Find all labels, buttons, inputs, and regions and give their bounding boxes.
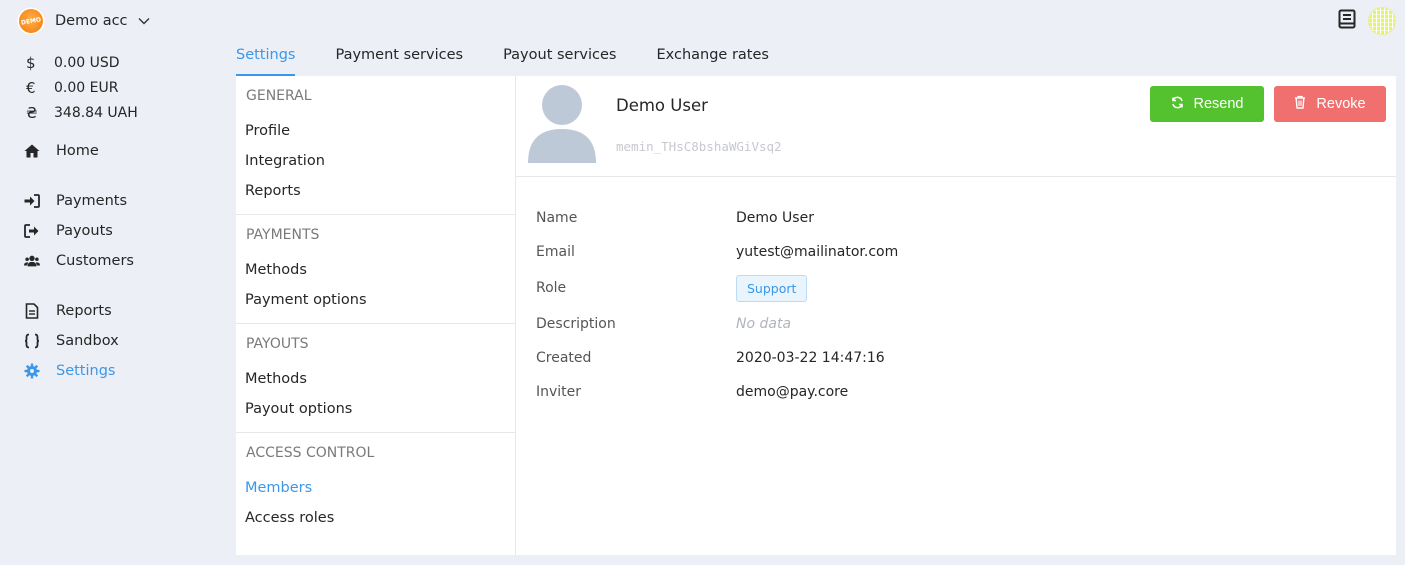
hryvnia-icon: ₴: [26, 103, 38, 122]
submenu-group-payments: PAYMENTS Methods Payment options: [236, 215, 515, 324]
balance-uah: ₴ 348.84 UAH: [24, 100, 138, 125]
balances-list: $ 0.00 USD € 0.00 EUR ₴ 348.84 UAH: [24, 50, 138, 125]
submenu-item-members[interactable]: Members: [236, 473, 515, 503]
sidebar-item-sandbox[interactable]: Sandbox: [24, 329, 119, 353]
home-icon: [24, 143, 40, 159]
sidebar-item-reports[interactable]: Reports: [24, 299, 112, 323]
submenu-item-payment-methods[interactable]: Methods: [236, 255, 515, 285]
sidebar-item-customers[interactable]: Customers: [24, 249, 134, 273]
info-row-created: Created 2020-03-22 14:47:16: [536, 341, 1396, 375]
info-row-role: Role Support: [536, 269, 1396, 307]
info-row-name: Name Demo User: [536, 201, 1396, 235]
resend-label: Resend: [1193, 96, 1244, 112]
sidebar-item-label: Customers: [56, 253, 134, 269]
info-value: demo@pay.core: [736, 384, 849, 400]
member-header: Demo User memin_THsC8bshaWGiVsq2 Resend …: [516, 76, 1396, 177]
info-row-description: Description No data: [536, 307, 1396, 341]
submenu-heading: PAYOUTS: [246, 336, 309, 352]
balance-usd: $ 0.00 USD: [24, 50, 138, 75]
sidebar-item-payments[interactable]: Payments: [24, 189, 127, 213]
revoke-button[interactable]: Revoke: [1274, 86, 1386, 122]
submenu-heading: ACCESS CONTROL: [246, 445, 375, 461]
user-avatar-menu[interactable]: [1368, 7, 1396, 35]
tab-payout-services[interactable]: Payout services: [503, 40, 616, 76]
submenu-item-integration[interactable]: Integration: [236, 146, 515, 176]
submenu-item-payout-options[interactable]: Payout options: [236, 394, 515, 424]
settings-panel: GENERAL Profile Integration Reports PAYM…: [236, 76, 1396, 555]
tab-settings[interactable]: Settings: [236, 40, 296, 76]
sidebar-item-settings[interactable]: Settings: [24, 359, 115, 383]
submenu-group-payouts: PAYOUTS Methods Payout options: [236, 324, 515, 433]
sidebar-item-label: Reports: [56, 303, 112, 319]
user-avatar-icon: [528, 85, 596, 163]
info-value: 2020-03-22 14:47:16: [736, 350, 885, 366]
balance-value: 348.84 UAH: [54, 104, 138, 121]
member-name: Demo User: [616, 96, 708, 115]
info-label: Role: [536, 280, 567, 296]
info-label: Description: [536, 316, 616, 332]
balance-value: 0.00 EUR: [54, 79, 119, 96]
chevron-down-icon: [138, 17, 150, 25]
users-icon: [24, 253, 40, 269]
settings-tabs: Settings Payment services Payout service…: [236, 40, 809, 76]
sidebar-item-home[interactable]: Home: [24, 139, 99, 163]
info-row-email: Email yutest@mailinator.com: [536, 235, 1396, 269]
role-badge: Support: [736, 274, 808, 302]
info-value: No data: [736, 316, 792, 332]
info-value: Demo User: [736, 210, 814, 226]
sign-in-icon: [24, 193, 40, 209]
euro-icon: €: [26, 78, 36, 97]
submenu-item-profile[interactable]: Profile: [236, 116, 515, 146]
info-label: Email: [536, 244, 575, 260]
submenu-item-reports[interactable]: Reports: [236, 176, 515, 206]
sidebar-item-label: Sandbox: [56, 333, 119, 349]
submenu-item-access-roles[interactable]: Access roles: [236, 503, 515, 533]
book-icon[interactable]: [1338, 9, 1356, 33]
sidebar-item-label: Settings: [56, 363, 116, 379]
info-label: Name: [536, 210, 578, 226]
account-name: Demo acc: [55, 13, 128, 29]
submenu-heading: GENERAL: [246, 88, 312, 104]
info-label: Inviter: [536, 384, 582, 400]
member-info: Name Demo User Email yutest@mailinator.c…: [516, 177, 1396, 409]
sync-icon: [1171, 96, 1184, 113]
braces-icon: [24, 333, 40, 349]
sidebar-item-label: Home: [56, 143, 99, 159]
resend-button[interactable]: Resend: [1150, 86, 1264, 122]
settings-submenu: GENERAL Profile Integration Reports PAYM…: [236, 76, 516, 555]
tab-payment-services[interactable]: Payment services: [335, 40, 463, 76]
submenu-heading: PAYMENTS: [246, 227, 320, 243]
sidebar-item-label: Payments: [56, 193, 128, 209]
dollar-icon: $: [26, 53, 36, 72]
submenu-item-payout-methods[interactable]: Methods: [236, 364, 515, 394]
trash-icon: [1294, 95, 1306, 113]
sidebar-item-label: Payouts: [56, 223, 113, 239]
gear-icon: [24, 363, 40, 379]
submenu-group-access-control: ACCESS CONTROL Members Access roles: [236, 433, 515, 541]
info-value: yutest@mailinator.com: [736, 244, 899, 260]
member-detail: Demo User memin_THsC8bshaWGiVsq2 Resend …: [516, 76, 1396, 555]
info-label: Created: [536, 350, 592, 366]
submenu-item-payment-options[interactable]: Payment options: [236, 285, 515, 315]
tab-exchange-rates[interactable]: Exchange rates: [657, 40, 769, 76]
member-id: memin_THsC8bshaWGiVsq2: [616, 139, 782, 154]
account-logo: DEMO: [17, 7, 45, 35]
sign-out-icon: [24, 223, 40, 239]
account-switcher[interactable]: DEMO Demo acc: [17, 7, 150, 35]
revoke-label: Revoke: [1316, 96, 1366, 112]
balance-value: 0.00 USD: [54, 54, 120, 71]
file-icon: [24, 303, 40, 319]
balance-eur: € 0.00 EUR: [24, 75, 138, 100]
top-right-toolbar: [1338, 7, 1396, 35]
sidebar-item-payouts[interactable]: Payouts: [24, 219, 113, 243]
submenu-group-general: GENERAL Profile Integration Reports: [236, 76, 515, 215]
info-row-inviter: Inviter demo@pay.core: [536, 375, 1396, 409]
